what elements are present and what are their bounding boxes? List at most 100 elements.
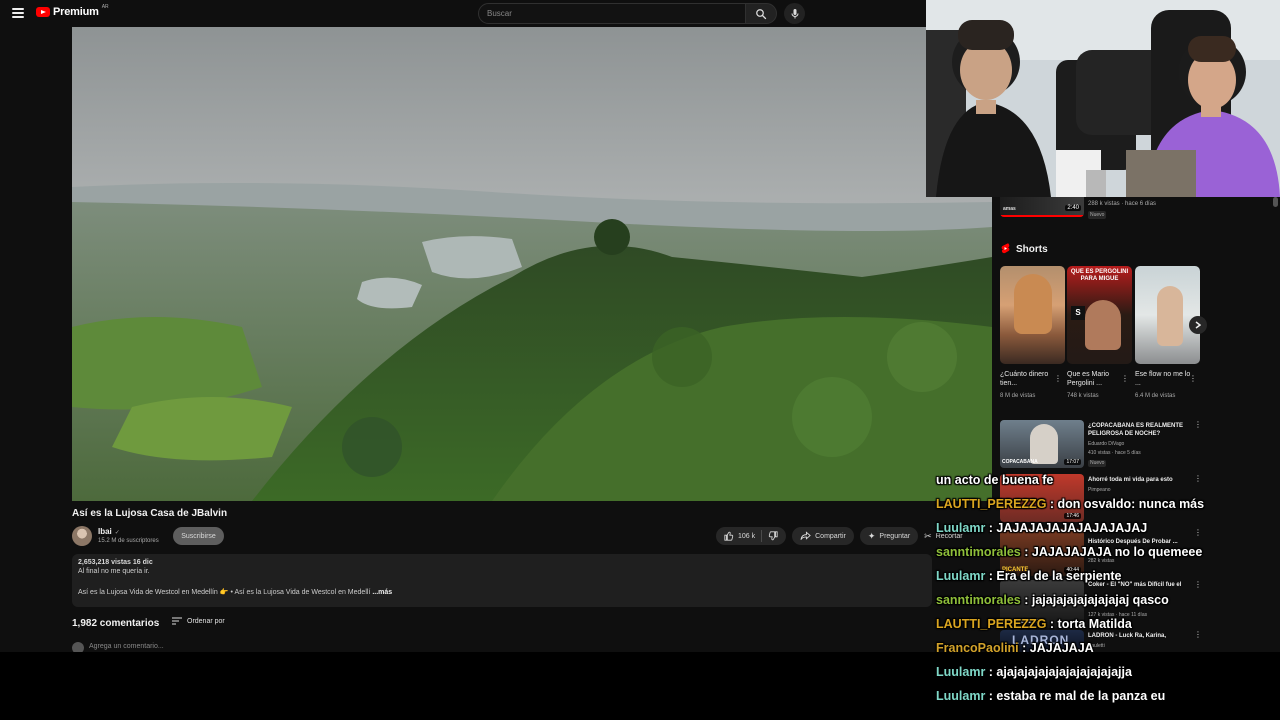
views-and-date: 2,653,218 vistas 16 dic: [78, 559, 153, 566]
chat-text: don osvaldo: nunca más: [1057, 497, 1205, 511]
watch-progress: [1000, 215, 1084, 217]
chat-text: ajajajajajajajajajajajajja: [996, 665, 1132, 679]
short-thumbnail-3[interactable]: [1135, 266, 1200, 364]
chat-message: LAUTTI_PEREZZG : torta Matilda: [936, 617, 1132, 631]
new-badge: Nuevo: [1088, 211, 1107, 219]
short-thumbnail-2[interactable]: QUE ES PERGOLINI PARA MIGUE S: [1067, 266, 1132, 364]
subscribe-button[interactable]: Suscribirse: [173, 527, 224, 545]
chat-message: LAUTTI_PEREZZG : don osvaldo: nunca más: [936, 497, 1205, 511]
thumbs-up-icon: [724, 531, 734, 541]
short-title[interactable]: ¿Cuánto dinero tien...: [1000, 370, 1056, 388]
like-button[interactable]: 106 k: [724, 531, 755, 541]
sparkle-icon: ✦: [867, 530, 876, 541]
chat-message: Luulamr : ajajajajajajajajajajajajja: [936, 665, 1132, 679]
channel-name[interactable]: Ibai ✓: [98, 527, 120, 536]
short-views: 6.4 M de vistas: [1135, 393, 1176, 399]
short-title[interactable]: Que es Mario Pergolini ...: [1067, 370, 1123, 388]
description-video-link[interactable]: • Así es la Lujosa Vida de Westcol en Me…: [230, 589, 370, 596]
description-box[interactable]: 2,653,218 vistas 16 dic Al final no me q…: [72, 554, 932, 607]
short-1-person: [1014, 274, 1052, 334]
stream-chat-overlay: un acto de buena fe LAUTTI_PEREZZG : don…: [936, 468, 1280, 708]
video-player[interactable]: [72, 27, 992, 501]
logo-text: Premium: [53, 6, 99, 18]
short-2-logo: S: [1071, 306, 1085, 320]
short-2-overlay-text: QUE ES PERGOLINI PARA MIGUE: [1070, 269, 1129, 282]
short-views: 8 M de vistas: [1000, 393, 1036, 399]
chat-text: estaba re mal de la panza eu: [996, 689, 1166, 703]
previous-video-meta: 288 k vistas · hace 6 días: [1088, 201, 1157, 207]
share-icon: [800, 531, 811, 540]
short-views: 748 k vistas: [1067, 393, 1099, 399]
chat-message: Luulamr : JAJAJAJAJAJAJAJAJAJ: [936, 521, 1148, 535]
webcam-overlay: [926, 0, 1280, 197]
chat-username: FrancoPaolini: [936, 641, 1019, 655]
chat-message: Luulamr : Era el de la serpiente: [936, 569, 1122, 583]
recommended-thumbnail[interactable]: COPACABANA 17:07: [1000, 420, 1084, 468]
more-options-icon[interactable]: ⋮: [1054, 374, 1062, 383]
search-icon: [756, 8, 767, 19]
description-text: Así es la Lujosa Vida de Westcol en Mede…: [78, 589, 231, 596]
recommended-channel[interactable]: Eduardo DiVago: [1088, 441, 1124, 448]
user-avatar: [72, 642, 84, 652]
chat-text: JAJAJAJA: [1029, 641, 1094, 655]
shorts-next-button[interactable]: [1189, 316, 1207, 334]
recommended-title[interactable]: ¿COPACABANA ES REALMENTE PELIGROSA DE NO…: [1088, 422, 1190, 438]
video-duration: 17:07: [1064, 459, 1081, 465]
ask-button[interactable]: ✦ Preguntar: [859, 527, 919, 545]
channel-avatar[interactable]: [72, 526, 92, 546]
scroll-thumb[interactable]: [1273, 197, 1278, 207]
youtube-play-icon: [36, 7, 50, 17]
chat-username: LAUTTI_PEREZZG: [936, 497, 1047, 511]
chat-text: jajajajajajajajajaj qasco: [1031, 593, 1169, 607]
chat-username: sanntimorales: [936, 593, 1021, 607]
dislike-button[interactable]: [768, 531, 778, 541]
video-frame: [72, 27, 992, 501]
chat-message: un acto de buena fe: [936, 468, 1280, 492]
chat-text: JAJAJAJAJA no lo quemeee: [1031, 545, 1203, 559]
verified-icon: ✓: [114, 530, 120, 536]
youtube-premium-logo[interactable]: Premium AR: [36, 4, 109, 18]
short-2-person: [1085, 300, 1121, 350]
sort-comments-button[interactable]: Ordenar por: [172, 617, 225, 625]
video-title: Así es la Lujosa Casa de JBalvin: [72, 508, 228, 519]
short-title[interactable]: Ese flow no me lo ...: [1135, 370, 1191, 388]
search-button[interactable]: [745, 3, 777, 24]
channel-name-text[interactable]: Ibai: [98, 527, 112, 536]
show-more-link[interactable]: ...más: [372, 589, 392, 596]
microphone-icon: [791, 8, 798, 18]
chat-text: un acto de buena fe: [936, 473, 1054, 487]
previous-video-thumbnail[interactable]: amas 2:40: [1000, 197, 1084, 217]
description-line: Al final no me quería ir.: [78, 568, 150, 575]
chat-text: Era el de la serpiente: [996, 569, 1122, 583]
chat-username: Luulamr: [936, 665, 986, 679]
logo-country: AR: [101, 4, 109, 10]
chat-username: Luulamr: [936, 569, 986, 583]
chat-message: Luulamr : estaba re mal de la panza eu: [936, 689, 1166, 703]
webcam-frame: [926, 0, 1280, 197]
thumbs-down-icon: [768, 531, 778, 541]
more-options-icon[interactable]: ⋮: [1189, 374, 1197, 383]
thumbnail-label: COPACABANA: [1002, 459, 1038, 465]
voice-search-button[interactable]: [784, 3, 805, 24]
chat-text: torta Matilda: [1057, 617, 1132, 631]
chat-username: sanntimorales: [936, 545, 1021, 559]
menu-icon[interactable]: [12, 8, 24, 18]
more-options-icon[interactable]: ⋮: [1194, 420, 1202, 429]
recommended-meta: 410 vistas · hace 5 días: [1088, 450, 1141, 456]
subscriber-count: 15.2 M de suscriptores: [98, 538, 159, 544]
chat-username: Luulamr: [936, 689, 986, 703]
ask-label: Preguntar: [879, 532, 911, 540]
short-thumbnail-1[interactable]: [1000, 266, 1065, 364]
share-label: Compartir: [815, 532, 846, 540]
new-badge: Nuevo: [1088, 460, 1107, 467]
like-separator: [761, 530, 763, 542]
scissors-icon: ✂: [924, 530, 932, 541]
search-input[interactable]: [478, 3, 746, 24]
share-button[interactable]: Compartir: [792, 527, 854, 545]
add-comment-input[interactable]: Agrega un comentario...: [89, 643, 164, 650]
video-actions: 106 k Compartir ✦ Preguntar ✂ Recortar: [716, 527, 971, 545]
more-options-icon[interactable]: ⋮: [1121, 374, 1129, 383]
chat-username: Luulamr: [936, 521, 986, 535]
description-link-line: Así es la Lujosa Vida de Westcol en Mede…: [78, 588, 926, 596]
chat-message: FrancoPaolini : JAJAJAJA: [936, 641, 1094, 655]
